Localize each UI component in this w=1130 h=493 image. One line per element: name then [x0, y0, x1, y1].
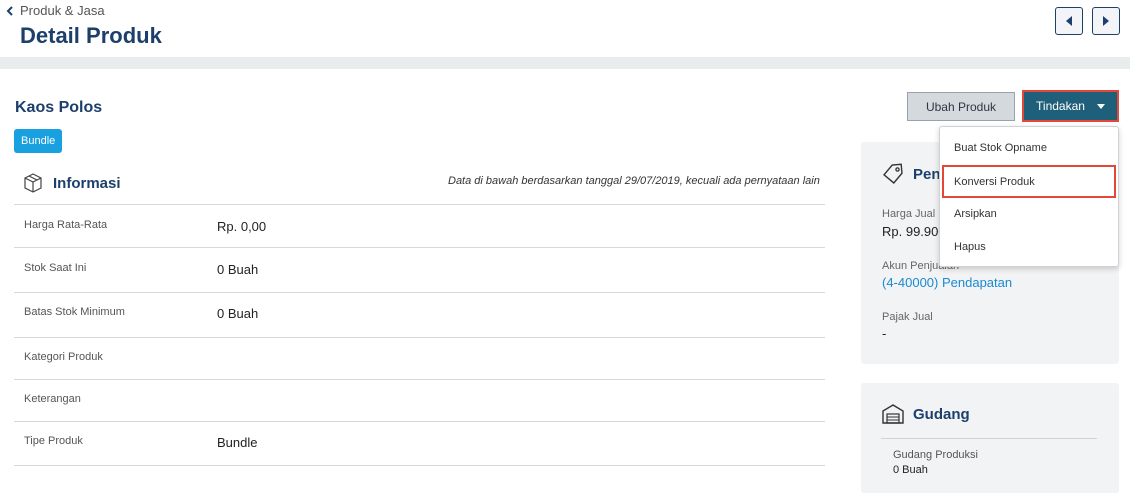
- table-row: Harga Rata-Rata Rp. 0,00: [14, 204, 825, 247]
- previous-button[interactable]: [1055, 7, 1083, 35]
- edit-product-button[interactable]: Ubah Produk: [907, 92, 1015, 121]
- chevron-left-icon: [6, 5, 13, 16]
- table-row: Tipe Produk Bundle: [14, 421, 825, 466]
- warehouse-card: Gudang Gudang Produksi 0 Buah: [861, 383, 1119, 493]
- info-section-header: Informasi: [22, 172, 121, 194]
- row-label: Kategori Produk: [24, 351, 103, 363]
- info-note: Data di bawah berdasarkan tanggal 29/07/…: [448, 175, 820, 187]
- caret-right-icon: [1103, 16, 1109, 26]
- next-button[interactable]: [1092, 7, 1120, 35]
- row-label: Keterangan: [24, 393, 81, 405]
- breadcrumb[interactable]: Produk & Jasa: [6, 3, 105, 18]
- sales-account-link[interactable]: (4-40000) Pendapatan: [882, 275, 1012, 290]
- caret-down-icon: [1096, 103, 1105, 109]
- box-icon: [24, 173, 42, 193]
- sales-tax-label: Pajak Jual: [882, 311, 933, 323]
- row-value: 0 Buah: [217, 262, 259, 277]
- product-name: Kaos Polos: [15, 99, 103, 116]
- row-label: Batas Stok Minimum: [24, 306, 125, 318]
- table-row: Batas Stok Minimum 0 Buah: [14, 292, 825, 337]
- selling-price-label: Harga Jual S: [882, 208, 946, 220]
- row-value: 0 Buah: [217, 306, 259, 321]
- product-type-badge: Bundle: [14, 129, 63, 153]
- row-label: Harga Rata-Rata: [24, 219, 108, 231]
- warehouse-icon: [882, 404, 904, 424]
- info-title: Informasi: [53, 174, 121, 192]
- sales-card-header: Penj: [881, 162, 945, 186]
- divider: [881, 438, 1097, 439]
- row-value: Bundle: [217, 435, 258, 450]
- warehouse-card-title: Gudang: [913, 405, 970, 423]
- warehouse-card-header: Gudang: [881, 402, 970, 426]
- caret-left-icon: [1066, 16, 1072, 26]
- warehouse-name: Gudang Produksi: [893, 449, 978, 461]
- actions-button[interactable]: Tindakan: [1022, 90, 1119, 122]
- menu-item-archive[interactable]: Arsipkan: [942, 197, 1116, 230]
- header-divider-band: [0, 57, 1130, 69]
- actions-dropdown-menu: Buat Stok Opname Konversi Produk Arsipka…: [939, 126, 1119, 267]
- selling-price-value: Rp. 99.900: [882, 224, 946, 239]
- table-row: Keterangan: [14, 379, 825, 421]
- breadcrumb-label[interactable]: Produk & Jasa: [20, 3, 105, 18]
- menu-item-delete[interactable]: Hapus: [942, 230, 1116, 263]
- row-value: Rp. 0,00: [217, 219, 267, 234]
- tag-icon: [883, 163, 903, 184]
- row-label: Tipe Produk: [24, 435, 83, 447]
- row-label: Stok Saat Ini: [24, 262, 87, 274]
- actions-button-label: Tindakan: [1036, 99, 1085, 113]
- table-row: Kategori Produk: [14, 337, 825, 379]
- menu-item-convert-product[interactable]: Konversi Produk: [942, 165, 1116, 198]
- sales-tax-value: -: [882, 326, 887, 341]
- page-header: Produk & Jasa Detail Produk: [0, 0, 1130, 57]
- page-title: Detail Produk: [20, 23, 162, 48]
- menu-item-create-stock-opname[interactable]: Buat Stok Opname: [942, 131, 1116, 164]
- warehouse-stock: 0 Buah: [893, 464, 928, 476]
- table-row: Stok Saat Ini 0 Buah: [14, 247, 825, 292]
